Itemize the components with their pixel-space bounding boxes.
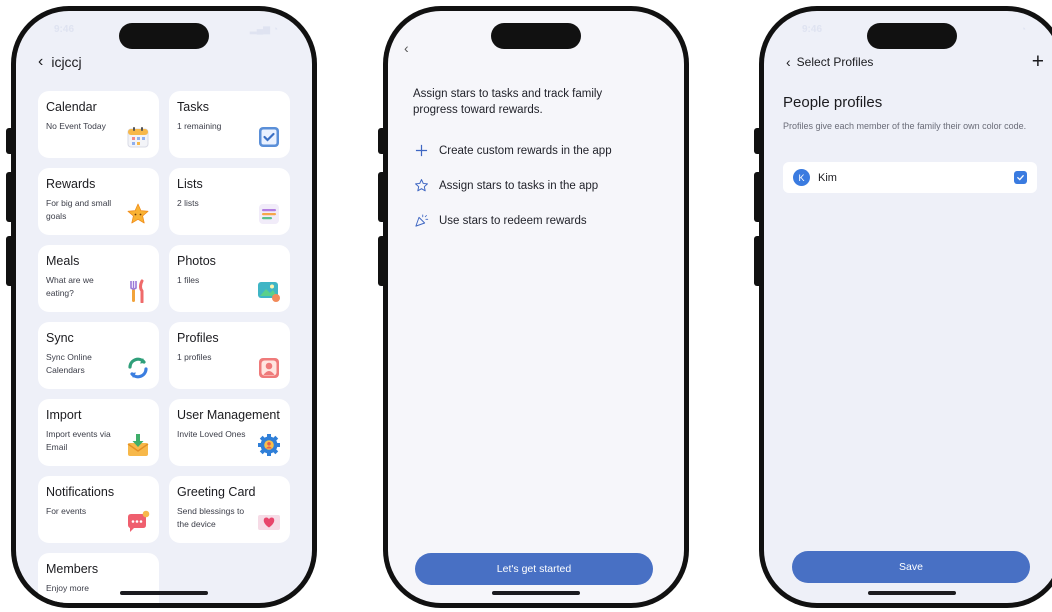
card-title: Import — [46, 408, 82, 422]
select-profiles-header: ‹ Select Profiles + — [786, 51, 1044, 72]
feature-item: Create custom rewards in the app — [413, 133, 612, 168]
card-subtitle: 1 remaining — [177, 121, 222, 131]
add-profile-icon[interactable]: + — [1032, 51, 1044, 72]
card-import[interactable]: Import Import events via Email — [38, 399, 159, 466]
card-user-management[interactable]: User Management Invite Loved Ones — [169, 399, 290, 466]
card-subtitle: 1 files — [177, 275, 200, 285]
card-greeting-card[interactable]: Greeting Card Send blessings to the devi… — [169, 476, 290, 543]
checkbox-checked-icon[interactable] — [1014, 171, 1027, 184]
card-title: Lists — [177, 177, 203, 191]
card-subtitle: Import events via Email — [46, 429, 111, 452]
dynamic-island — [491, 23, 581, 49]
card-subtitle: What are we eating? — [46, 275, 94, 298]
card-title: Notifications — [46, 485, 115, 499]
feature-list: Create custom rewards in the app Assign … — [413, 133, 612, 238]
card-title: User Management — [177, 408, 280, 422]
card-title: Meals — [46, 254, 80, 268]
photo-icon — [258, 282, 280, 302]
status-icons: ▂▄▆ ◔ — [249, 24, 278, 34]
cutlery-icon — [130, 279, 144, 303]
card-photos[interactable]: Photos 1 files — [169, 245, 290, 312]
card-sync[interactable]: Sync Sync Online Calendars — [38, 322, 159, 389]
card-title: Greeting Card — [177, 485, 256, 499]
dynamic-island — [867, 23, 957, 49]
dashboard-screen: 9:46 ▂▄▆ ◔ ‹ icjccj Calendar No Event To… — [16, 11, 312, 603]
chat-bubble-icon — [128, 510, 150, 532]
email-import-icon — [127, 434, 149, 456]
home-indicator[interactable] — [868, 591, 956, 595]
card-subtitle: For big and small goals — [46, 198, 112, 221]
status-time: 9:46 — [54, 24, 75, 35]
section-description: Profiles give each member of the family … — [783, 121, 1027, 131]
phone-dashboard: 9:46 ▂▄▆ ◔ ‹ icjccj Calendar No Event To… — [6, 6, 317, 608]
gear-user-icon — [258, 434, 280, 456]
status-icons: ◔ — [1020, 24, 1026, 34]
checkbox-icon — [259, 127, 279, 147]
home-indicator[interactable] — [120, 591, 208, 595]
card-subtitle: Invite Loved Ones — [177, 429, 246, 439]
chevron-left-icon[interactable]: ‹ — [38, 53, 43, 71]
select-profiles-screen: 9:46 ◔ ‹ Select Profiles + People profil… — [764, 11, 1052, 603]
card-subtitle: Enjoy more — [46, 583, 89, 593]
feature-item: Use stars to redeem rewards — [413, 203, 612, 238]
card-subtitle: 1 profiles — [177, 352, 212, 362]
dashboard-title: icjccj — [51, 54, 82, 70]
card-rewards[interactable]: Rewards For big and small goals — [38, 168, 159, 235]
dynamic-island — [119, 23, 209, 49]
card-title: Calendar — [46, 100, 97, 114]
plus-icon — [413, 143, 429, 159]
status-time: 9:46 — [802, 24, 823, 35]
card-title: Members — [46, 562, 99, 576]
card-title: Profiles — [177, 331, 219, 345]
card-title: Photos — [177, 254, 216, 268]
section-title: People profiles — [783, 94, 883, 111]
card-title: Rewards — [46, 177, 96, 191]
avatar: K — [793, 169, 810, 186]
back-chevron-icon[interactable]: ‹ — [404, 40, 409, 56]
card-calendar[interactable]: Calendar No Event Today — [38, 91, 159, 158]
feature-item: Assign stars to tasks in the app — [413, 168, 612, 203]
card-tasks[interactable]: Tasks 1 remaining — [169, 91, 290, 158]
feature-label: Assign stars to tasks in the app — [439, 179, 599, 192]
profile-name: Kim — [818, 171, 837, 184]
card-notifications[interactable]: Notifications For events — [38, 476, 159, 543]
profile-icon — [259, 358, 279, 378]
calendar-icon — [127, 127, 149, 148]
card-members[interactable]: Members Enjoy more — [38, 553, 159, 603]
dashboard-header[interactable]: ‹ icjccj — [38, 53, 82, 71]
header-title: Select Profiles — [796, 55, 874, 69]
card-lists[interactable]: Lists 2 lists — [169, 168, 290, 235]
onboarding-screen: ‹ Assign stars to tasks and track family… — [388, 11, 684, 603]
chevron-left-icon[interactable]: ‹ — [786, 54, 791, 70]
card-subtitle: For events — [46, 506, 87, 516]
card-subtitle: Sync Online Calendars — [46, 352, 92, 375]
heart-card-icon — [258, 515, 280, 530]
list-icon — [259, 204, 279, 224]
profile-row-kim[interactable]: K Kim — [783, 162, 1037, 193]
card-title: Sync — [46, 331, 74, 345]
card-meals[interactable]: Meals What are we eating? — [38, 245, 159, 312]
feature-label: Create custom rewards in the app — [439, 144, 612, 157]
card-subtitle: No Event Today — [46, 121, 106, 131]
phone-rewards-onboarding: ‹ Assign stars to tasks and track family… — [378, 6, 689, 608]
card-title: Tasks — [177, 100, 209, 114]
get-started-button[interactable]: Let's get started — [415, 553, 653, 585]
onboarding-intro: Assign stars to tasks and track family p… — [413, 88, 603, 116]
card-profiles[interactable]: Profiles 1 profiles — [169, 322, 290, 389]
save-button[interactable]: Save — [792, 551, 1030, 583]
sync-icon — [128, 357, 148, 379]
home-indicator[interactable] — [492, 591, 580, 595]
card-subtitle: 2 lists — [177, 198, 199, 208]
phone-select-profiles: 9:46 ◔ ‹ Select Profiles + People profil… — [754, 6, 1052, 608]
feature-label: Use stars to redeem rewards — [439, 214, 587, 227]
star-outline-icon — [413, 178, 429, 194]
party-popper-icon — [413, 213, 429, 229]
star-icon — [127, 203, 149, 224]
card-subtitle: Send blessings to the device — [177, 506, 245, 529]
